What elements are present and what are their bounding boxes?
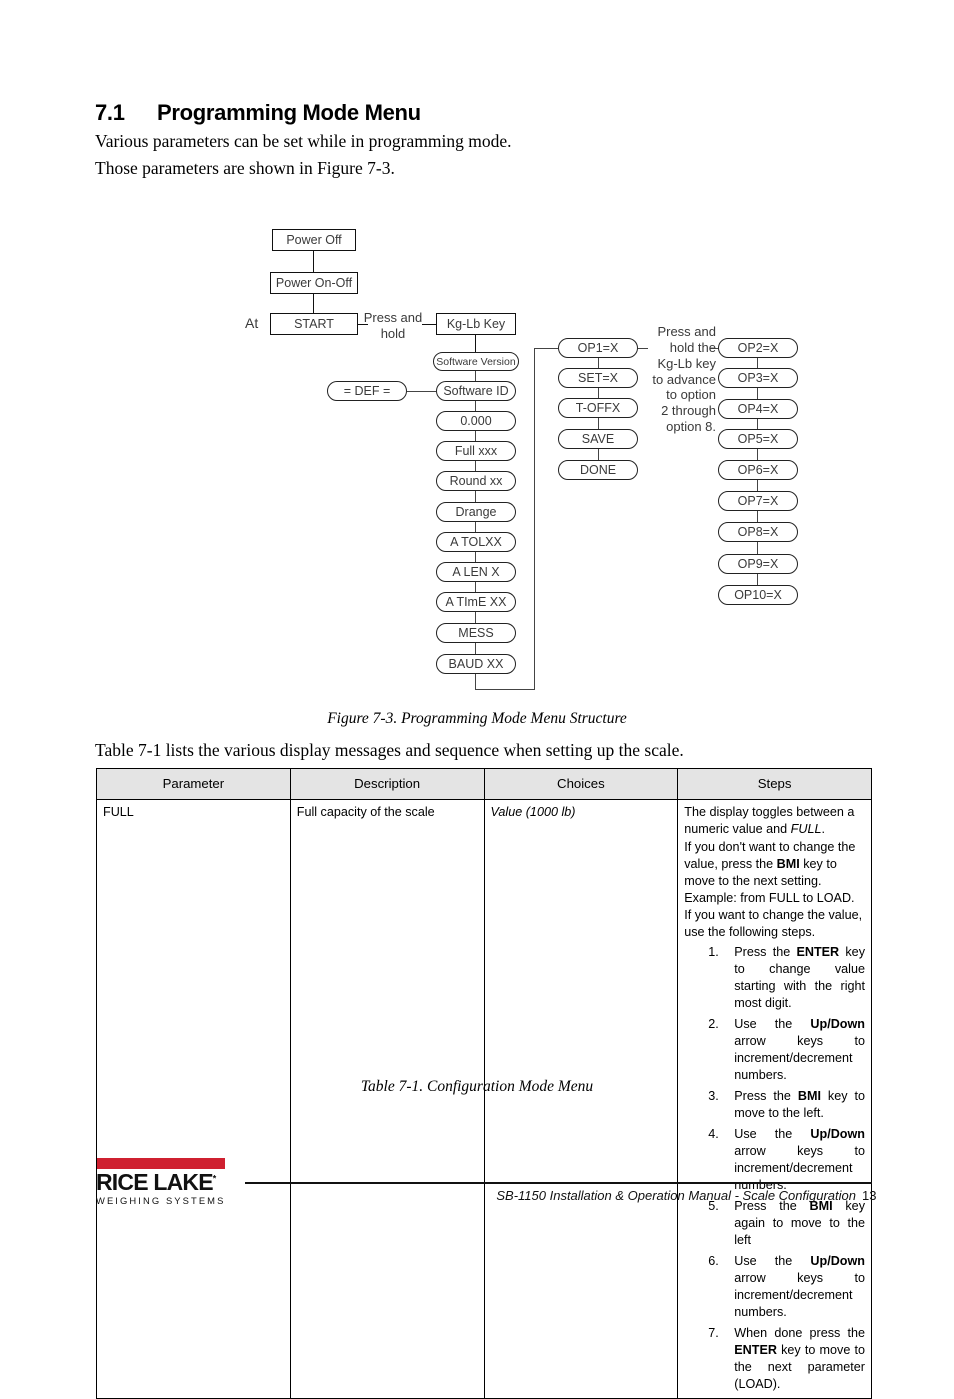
section-heading: 7.1 Programming Mode Menu [95, 100, 421, 126]
diagram-node-op2: OP2=X [718, 338, 798, 358]
diagram-node-op8: OP8=X [718, 522, 798, 542]
diagram-node-round-xx: Round xx [436, 471, 516, 491]
connector-def-to-software-id [407, 391, 436, 393]
annotation-kglb-advance-text: Press and hold the Kg-Lb key to advance to o… [652, 324, 716, 435]
annotation-press-and-hold: Press and hold [362, 310, 424, 342]
connector-press-hold-to-kglb [422, 324, 436, 326]
diagram-node-kg-lb-key: Kg-Lb Key [436, 313, 516, 335]
cell-description: Full capacity of the scale [289, 798, 485, 1399]
diagram-node-op3: OP3=X [718, 368, 798, 388]
step-item: Use the Up/Down arrow keys to increment/… [722, 1016, 865, 1084]
programming-mode-diagram: Power Off Power On-Off At START Press an… [0, 215, 954, 695]
diagram-node-power-on-off: Power On-Off [270, 272, 358, 294]
step-item: Press the ENTER key to change value star… [722, 944, 865, 1012]
annotation-press-and-hold-text: Press and hold [363, 310, 423, 341]
diagram-node-full-xxx: Full xxx [436, 441, 516, 461]
connector-loop-into-op1 [534, 348, 558, 350]
diagram-node-drange: Drange [436, 502, 516, 522]
steps-intro-line-2: If you don't want to change the value, p… [684, 839, 863, 939]
diagram-node-def: = DEF = [327, 381, 407, 401]
footer-divider [245, 1182, 872, 1184]
diagram-node-op10: OP10=X [718, 585, 798, 605]
connector-baud-loop-bottom [475, 689, 535, 691]
cell-parameter: FULL [96, 798, 291, 1399]
table-row: FULL Full capacity of the scale Value (1… [96, 798, 872, 1399]
connector-baud-loop-down [475, 674, 477, 690]
diagram-node-start: START [270, 313, 358, 335]
table-header-row: Parameter Description Choices Steps [96, 768, 872, 800]
column-header-choices: Choices [483, 768, 679, 800]
diagram-node-op5: OP5=X [718, 429, 798, 449]
connector-baud-loop-up [534, 348, 536, 690]
logo-red-bar [97, 1158, 225, 1169]
cell-choices: Value (1000 lb) [483, 798, 679, 1399]
step-item: When done press the ENTER key to move to… [722, 1325, 865, 1393]
document-page: 7.1 Programming Mode Menu Various paramet… [0, 0, 954, 1399]
column-header-steps: Steps [677, 768, 872, 800]
step-item: Use the Up/Down arrow keys to increment/… [722, 1126, 865, 1194]
connector-op6-to-op7 [757, 480, 759, 491]
steps-list: Press the ENTER key to change value star… [684, 944, 865, 1393]
diagram-node-software-id: Software ID [436, 381, 516, 401]
column-header-description: Description [289, 768, 485, 800]
diagram-node-baud-xx: BAUD XX [436, 654, 516, 674]
diagram-node-op4: OP4=X [718, 399, 798, 419]
diagram-node-0000: 0.000 [436, 411, 516, 431]
connector-op7-to-op8 [757, 511, 759, 522]
logo-trademark: * [212, 1173, 216, 1184]
section-number: 7.1 [95, 100, 125, 125]
cell-steps: The display toggles between a numeric va… [677, 798, 872, 1399]
connector-op8-to-op9 [757, 542, 759, 554]
diagram-node-t-offx: T-OFFX [558, 398, 638, 418]
step-item: Press the BMI key again to move to the l… [722, 1198, 865, 1249]
intro-paragraph-line-2: Those parameters are shown in Figure 7-3… [95, 158, 395, 178]
step-item: Use the Up/Down arrow keys to increment/… [722, 1253, 865, 1321]
diagram-node-a-time-xx: A TImE XX [436, 592, 516, 612]
diagram-node-mess: MESS [436, 623, 516, 643]
table-caption: Table 7-1. Configuration Mode Menu [360, 1078, 594, 1095]
diagram-node-a-tolxx: A TOLXX [436, 532, 516, 552]
steps-intro: The display toggles between a numeric va… [684, 804, 865, 941]
footer-manual-title: SB-1150 Installation & Operation Manual … [496, 1188, 856, 1203]
connector-kglb-to-software-version [475, 335, 477, 353]
diagram-node-power-off: Power Off [272, 229, 356, 251]
intro-paragraph-line-1: Various parameters can be set while in p… [95, 131, 512, 151]
diagram-node-a-len-x: A LEN X [436, 562, 516, 582]
footer-page-number: 13 [862, 1188, 877, 1203]
diagram-node-software-version: Software Version [433, 352, 519, 371]
diagram-node-op6: OP6=X [718, 460, 798, 480]
diagram-node-op7: OP7=X [718, 491, 798, 511]
steps-intro-line-1: The display toggles between a numeric va… [684, 804, 855, 836]
table-intro-paragraph: Table 7-1 lists the various display mess… [95, 740, 684, 760]
column-header-parameter: Parameter [96, 768, 291, 800]
diagram-node-done: DONE [558, 460, 638, 480]
diagram-node-op1: OP1=X [558, 338, 638, 358]
section-title: Programming Mode Menu [157, 100, 421, 125]
diagram-node-op9: OP9=X [718, 554, 798, 574]
annotation-kglb-advance: Press and hold the Kg-Lb key to advance to o… [636, 324, 716, 435]
figure-caption: Figure 7-3. Programming Mode Menu Struct… [327, 710, 627, 727]
diagram-node-save: SAVE [558, 429, 638, 449]
diagram-label-at: At [245, 315, 259, 331]
diagram-node-set: SET=X [558, 368, 638, 388]
